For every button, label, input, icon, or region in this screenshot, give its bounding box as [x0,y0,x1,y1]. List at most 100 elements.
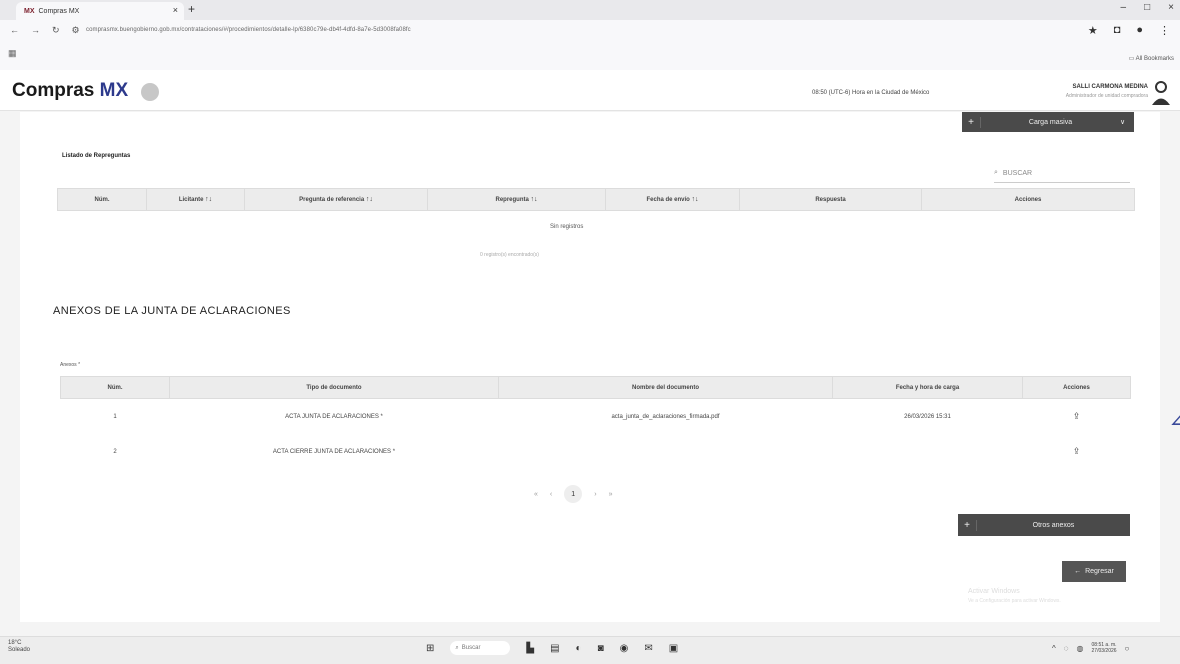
current-page[interactable]: 1 [564,485,583,503]
table-header-row: Núm. Tipo de documento Nombre del docume… [60,376,1131,399]
close-tab-icon[interactable]: × [173,5,178,15]
windows-start-icon[interactable]: ⊞ [426,643,434,654]
profile-icon[interactable]: ● [1136,24,1143,37]
notifications-icon[interactable]: ○ [1125,644,1130,653]
anexos-section-title: ANEXOS DE LA JUNTA DE ACLARACIONES [53,305,291,317]
row-tipo: ACTA CIERRE JUNTA DE ACLARACIONES * [272,448,396,455]
brand-logo[interactable]: Compras MX [12,80,128,102]
upload-icon[interactable]: ⇪ [1073,411,1081,421]
user-name: SALLI CARMONA MEDINA [1072,84,1148,90]
brand-name: Compras [12,80,95,101]
tab-title: Compras MX [38,7,80,15]
column-header-tipo: Tipo de documento [169,376,499,399]
column-header-repregunta[interactable]: Repregunta ↑↓ [427,188,606,211]
repreguntas-title: Listado de Repreguntas [62,153,131,159]
search-placeholder: BUSCAR [1002,169,1033,177]
maximize-icon[interactable]: □ [1144,2,1150,13]
column-header-pregunta[interactable]: Pregunta de referencia ↑↓ [244,188,428,211]
clock[interactable]: 08:51 a. m. 27/03/2026 [1092,642,1117,654]
weather-condition: Soleado [8,647,31,653]
menu-toggle-button[interactable] [141,83,159,101]
teams-icon[interactable]: ▣ [669,643,678,654]
pen-mark-icon: ∠ [1170,410,1180,430]
browser-tab[interactable]: MX Compras MX × [16,2,184,20]
column-header-respuesta: Respuesta [739,188,922,211]
prev-page-icon[interactable]: ‹ [550,491,552,498]
plus-icon: + [962,116,981,128]
anexos-pagination: « ‹ 1 › » [534,485,613,503]
taskbar-search[interactable]: ⌕ Buscar [450,641,511,655]
user-role: Administrador de unidad compradora [1065,93,1148,99]
file-explorer-icon[interactable]: ▤ [550,643,559,654]
arrow-left-icon: ← [1074,568,1082,575]
search-icon: ⌕ [994,169,998,176]
row-nombre [499,434,833,469]
extensions-icon[interactable]: ◘ [1114,24,1121,37]
empty-state: Sin registros [550,224,584,230]
user-avatar-icon[interactable] [1150,80,1172,106]
search-icon: ⌕ [455,644,459,651]
upload-icon[interactable]: ⇪ [1073,446,1081,456]
row-nombre[interactable]: acta_junta_de_aclaraciones_firmada.pdf [499,399,833,435]
column-header-nombre: Nombre del documento [498,376,833,399]
column-header-acciones: Acciones [1022,376,1131,399]
menu-icon[interactable]: ⋮ [1159,24,1170,37]
row-actions: ⇪ [1023,399,1131,435]
apps-grid-icon[interactable]: ▦ [8,48,17,59]
folder-icon: ▭ [1128,56,1135,62]
column-header-num: Núm. [60,376,170,399]
last-page-icon[interactable]: » [609,491,613,498]
site-info-icon[interactable]: ⚙ [72,25,80,36]
first-page-icon[interactable]: « [534,491,538,498]
weather-widget[interactable]: 18°C Soleado [8,640,30,654]
mail-icon[interactable]: ✉ [644,643,652,654]
chevron-down-icon: ∨ [1120,119,1126,126]
row-num: 2 [113,448,117,455]
column-label: Repregunta [495,197,529,203]
sort-icon: ↑↓ [205,196,213,203]
app-header [0,70,1180,111]
otros-anexos-button[interactable]: + Otros anexos [958,514,1130,536]
volume-icon[interactable]: ◍ [1077,644,1084,653]
row-fecha [833,434,1023,469]
column-header-licitante[interactable]: Licitante ↑↓ [146,188,245,211]
server-clock: 08:50 (UTC-6) Hora en la Ciudad de Méxic… [812,90,930,96]
back-icon[interactable]: ← [10,25,19,36]
anexos-field-label: Anexos * [60,362,81,368]
pagination-info: 0 registro(s) encontrado(s) [480,252,539,258]
minimize-icon[interactable]: – [1121,2,1127,13]
search-input[interactable]: ⌕ BUSCAR [994,164,1130,183]
store-icon[interactable]: ◙ [598,643,604,654]
activation-watermark-title: Activar Windows [968,588,1020,595]
browser-actions: ★ ◘ ● ⋮ [1088,24,1170,37]
bookmark-star-icon[interactable]: ★ [1088,24,1098,37]
network-icon[interactable]: ◌ [1064,644,1069,653]
window-controls: – □ × [1121,2,1174,13]
next-page-icon[interactable]: › [594,491,596,498]
regresar-button[interactable]: ← Regresar [1062,561,1126,582]
tab-favicon: MX [24,7,35,15]
task-view-icon[interactable]: ▙ [526,643,534,654]
plus-icon: + [958,519,977,531]
column-label: Pregunta de referencia [299,197,365,203]
all-bookmarks[interactable]: ▭ All Bookmarks [1129,55,1174,62]
new-tab-icon[interactable]: + [188,2,195,16]
repreguntas-table: Núm. Licitante ↑↓ Pregunta de referencia… [57,188,1135,211]
forward-icon[interactable]: → [31,25,40,36]
close-window-icon[interactable]: × [1168,2,1174,13]
chrome-icon[interactable]: ◉ [620,643,629,654]
column-header-acciones: Acciones [921,188,1135,211]
edge-browser-icon[interactable]: ◐ [576,643,582,654]
row-fecha: 26/03/2026 15:31 [904,413,951,420]
carga-masiva-button[interactable]: + Carga masiva ∨ [962,112,1134,132]
table-header-row: Núm. Licitante ↑↓ Pregunta de referencia… [57,188,1135,211]
reload-icon[interactable]: ↻ [52,25,60,36]
system-tray: ^ ◌ ◍ 08:51 a. m. 27/03/2026 ○ [1052,642,1129,654]
chevron-up-icon[interactable]: ^ [1052,644,1056,653]
table-row: 2 ACTA CIERRE JUNTA DE ACLARACIONES * ⇪ [61,434,1131,469]
anexos-table: Núm. Tipo de documento Nombre del docume… [60,376,1131,469]
bookmarks-bar [0,42,1180,71]
column-header-fecha[interactable]: Fecha de envío ↑↓ [605,188,740,211]
activation-watermark-subtitle: Ve a Configuración para activar Windows. [968,598,1061,604]
url-field[interactable]: comprasmx.buengobierno.gob.mx/contrataci… [86,27,411,33]
